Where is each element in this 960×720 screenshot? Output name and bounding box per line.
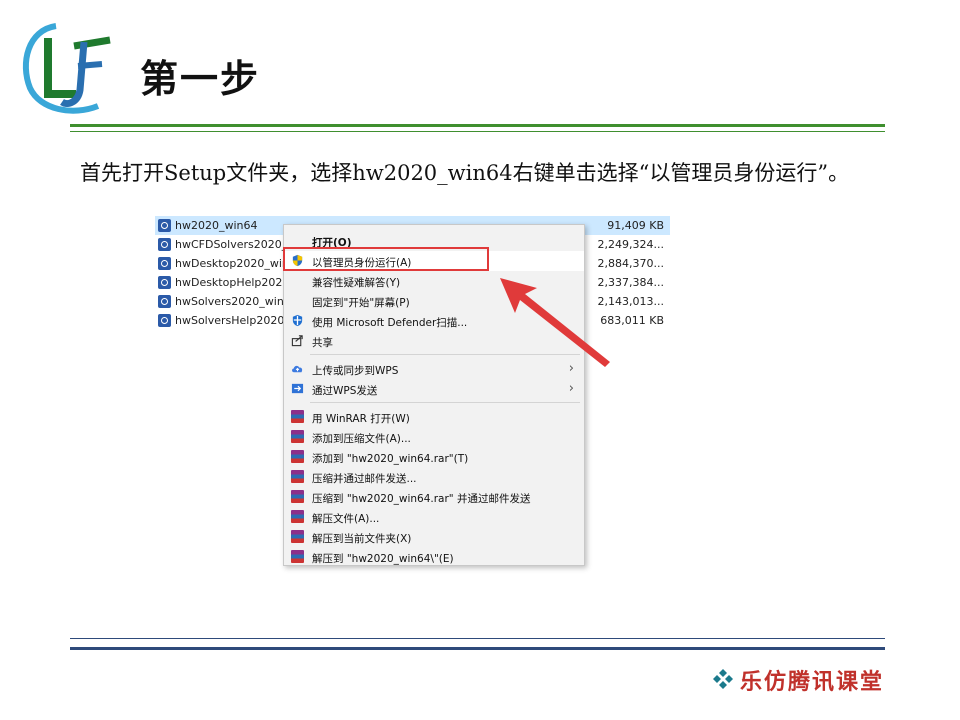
- footer-brand-text: 乐仿腾讯课堂: [740, 669, 885, 695]
- diamond-cluster-icon: [713, 669, 733, 689]
- red-arrow-icon: [500, 278, 610, 367]
- explorer-screenshot: hw2020_win64 91,409 KB hwCFDSolvers2020_…: [155, 216, 670, 566]
- slide-title: 第一步: [140, 57, 261, 101]
- top-rule-thin: [70, 131, 885, 132]
- instruction-text: 首先打开Setup文件夹，选择hw2020_win64右键单击选择“以管理员身份…: [80, 161, 850, 185]
- top-rule-thick: [70, 124, 885, 127]
- lf-logo: [22, 23, 111, 114]
- bottom-rule-thick: [70, 647, 885, 650]
- bottom-rule-thin: [70, 638, 885, 639]
